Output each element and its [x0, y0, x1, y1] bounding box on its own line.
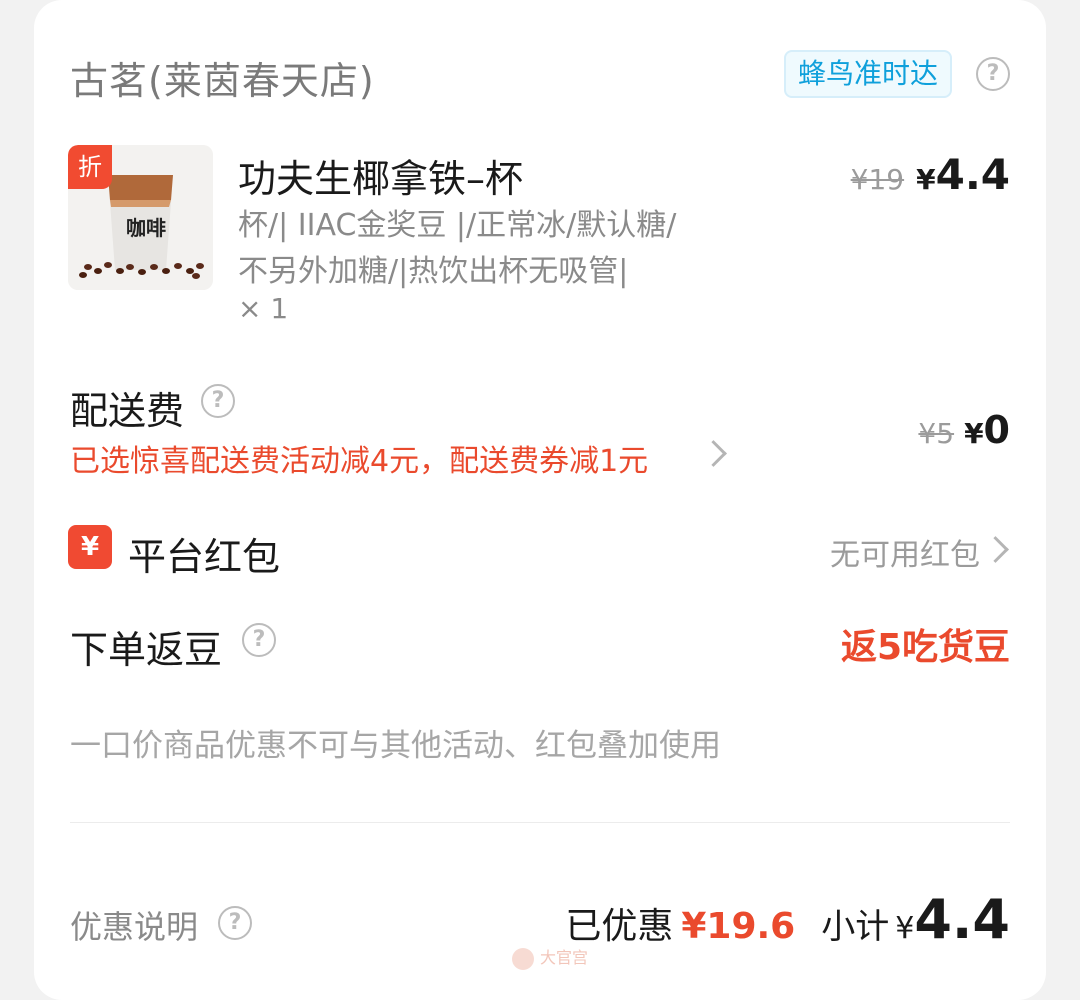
delivery-fee-label: 配送费 — [70, 389, 185, 433]
price-yen: ¥ — [916, 163, 936, 196]
product-image-text: 咖啡 — [126, 216, 166, 240]
watermark-logo-icon — [512, 947, 534, 970]
delivery-fee-original: ¥5 — [918, 417, 955, 450]
question-circle-icon[interactable]: ? — [218, 906, 252, 940]
order-beans-label: 下单返豆 — [70, 628, 223, 672]
subtotal-value: 4.4 — [914, 888, 1010, 951]
hongbao-status[interactable]: 无可用红包 — [830, 530, 980, 574]
chevron-right-icon[interactable] — [982, 536, 1009, 563]
chevron-right-icon[interactable] — [700, 440, 727, 467]
discount-notice: 一口价商品优惠不可与其他活动、红包叠加使用 — [70, 728, 721, 764]
divider — [70, 822, 1010, 823]
product-image[interactable]: 咖啡 折 — [68, 145, 213, 290]
watermark-text: 大官宫 — [540, 948, 589, 967]
delivery-promo-text[interactable]: 已选惊喜配送费活动减4元，配送费券减1元 — [70, 436, 648, 480]
product-spec-line-1: 杯/| IIAC金奖豆 |/正常冰/默认糖/ — [238, 208, 677, 243]
question-circle-icon[interactable]: ? — [242, 623, 276, 657]
saved-label: 已优惠 — [565, 906, 674, 947]
product-spec-line-2: 不另外加糖/|热饮出杯无吸管| — [238, 254, 629, 289]
hongbao-icon: ¥ — [68, 525, 112, 569]
discount-tag: 折 — [68, 145, 112, 189]
watermark: 大官宫 — [512, 944, 588, 970]
saved-value: ¥19.6 — [681, 906, 796, 947]
product-title[interactable]: 功夫生椰拿铁–杯 — [238, 148, 523, 203]
subtotal-yen: ¥ — [895, 911, 915, 946]
delivery-fee-price: ¥5 ¥0 — [918, 408, 1010, 452]
product-quantity: × 1 — [238, 292, 289, 325]
current-price: 4.4 — [935, 150, 1010, 199]
delivery-fee-value: 0 — [983, 408, 1010, 452]
original-price: ¥19 — [850, 163, 905, 196]
question-circle-icon[interactable]: ? — [976, 57, 1010, 91]
subtotal-summary: 已优惠 ¥19.6 小计 ¥4.4 — [565, 888, 1010, 951]
product-price: ¥19 ¥4.4 — [851, 150, 1010, 199]
store-name[interactable]: 古茗(莱茵春天店) — [70, 50, 375, 105]
question-circle-icon[interactable]: ? — [201, 384, 235, 418]
delivery-badge: 蜂鸟准时达 — [784, 50, 953, 98]
order-card: 古茗(莱茵春天店) 蜂鸟准时达 ? 咖啡 折 功夫生椰拿铁–杯 杯/| IIAC… — [34, 0, 1046, 1000]
discount-info-label[interactable]: 优惠说明 — [70, 902, 198, 948]
order-beans-value: 返5吃货豆 — [840, 627, 1010, 668]
platform-hongbao-label: 平台红包 — [128, 535, 281, 579]
delivery-fee-yen: ¥ — [964, 417, 984, 450]
subtotal-label: 小计 — [821, 907, 890, 947]
